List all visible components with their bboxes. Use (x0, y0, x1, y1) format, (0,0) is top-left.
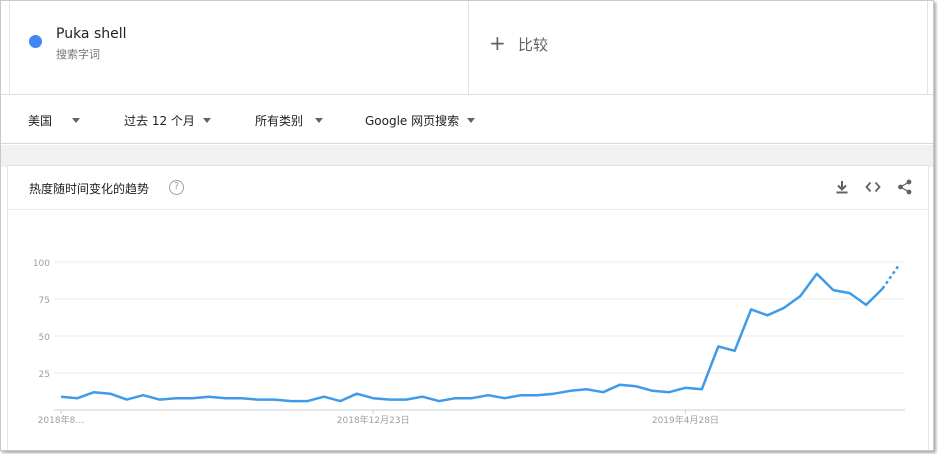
card-title: 热度随时间变化的趋势 (29, 182, 150, 196)
interest-over-time-card: 热度随时间变化的趋势 ? 25 50 75 100 2018年8… 2018年12月23日… (7, 165, 929, 450)
x-tick-label: 2018年8… (38, 414, 85, 426)
search-type-dropdown[interactable]: Google 网页搜索 (365, 112, 476, 129)
search-type-value: Google 网页搜索 (365, 114, 460, 128)
compare-label: 比较 (518, 36, 549, 54)
card-header: 热度随时间变化的趋势 ? (8, 166, 928, 210)
chevron-down-icon (467, 118, 476, 123)
trend-line-chart: 25 50 75 100 2018年8… 2018年12月23日 2019年4月28日 (33, 259, 905, 426)
filter-bar: 美国 过去 12 个月 所有类别 Google 网页搜索 (1, 94, 933, 144)
help-icon[interactable]: ? (169, 180, 184, 195)
add-comparison-button[interactable]: + 比较 (469, 1, 927, 94)
series-partial-line (881, 264, 901, 290)
x-tick-label: 2019年4月28日 (652, 414, 719, 426)
plus-icon: + (489, 31, 506, 55)
share-icon[interactable] (896, 178, 914, 196)
category-dropdown[interactable]: 所有类别 (255, 112, 324, 129)
y-tick-label: 25 (39, 370, 50, 380)
region-dropdown[interactable]: 美国 (28, 112, 81, 129)
time-range-value: 过去 12 个月 (124, 114, 195, 128)
chevron-down-icon (315, 118, 324, 123)
y-tick-label: 100 (33, 259, 50, 269)
term-color-dot-icon (29, 35, 42, 48)
download-icon[interactable] (833, 178, 851, 196)
search-term-name[interactable]: Puka shell (56, 26, 127, 42)
search-term-card[interactable]: Puka shell 搜索字词 (10, 1, 469, 94)
embed-code-icon[interactable] (864, 178, 882, 196)
y-tick-label: 75 (39, 296, 50, 306)
region-value: 美国 (28, 114, 53, 128)
category-value: 所有类别 (255, 114, 304, 128)
search-term-type: 搜索字词 (56, 48, 100, 61)
section-gap (1, 145, 933, 167)
chevron-down-icon (202, 118, 211, 123)
chevron-down-icon (72, 118, 81, 123)
series-line (60, 272, 884, 403)
time-range-dropdown[interactable]: 过去 12 个月 (124, 112, 211, 129)
y-tick-label: 50 (39, 333, 51, 343)
trends-page: Puka shell 搜索字词 + 比较 美国 过去 12 个月 所有类别 Go… (0, 0, 934, 451)
x-tick-label: 2018年12月23日 (337, 414, 410, 426)
search-terms-bar: Puka shell 搜索字词 + 比较 (9, 1, 928, 94)
